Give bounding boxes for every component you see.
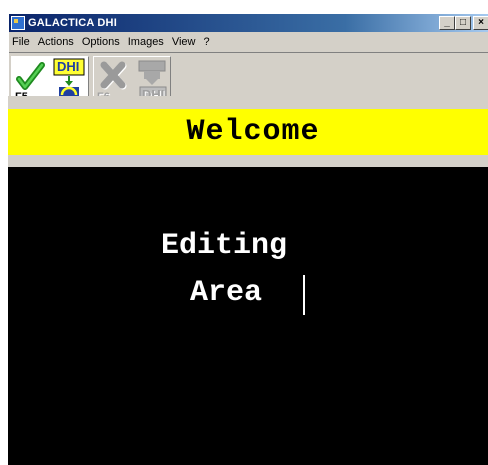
window-title: GALACTICA DHI	[28, 17, 117, 29]
menu-file[interactable]: File	[9, 36, 34, 48]
editing-area[interactable]: Editing Area	[8, 167, 488, 465]
maximize-icon: □	[459, 17, 467, 28]
app-icon[interactable]	[11, 16, 25, 30]
banner-gap	[8, 155, 488, 167]
text-caret	[303, 275, 305, 315]
menu-images[interactable]: Images	[124, 36, 168, 48]
menu-actions[interactable]: Actions	[34, 36, 78, 48]
editor-line-2: Area	[190, 276, 263, 310]
welcome-text: Welcome	[186, 115, 320, 149]
menu-help[interactable]: ?	[199, 36, 213, 48]
menu-view[interactable]: View	[168, 36, 200, 48]
menu-options[interactable]: Options	[78, 36, 124, 48]
minimize-icon: _	[444, 17, 450, 28]
window-controls: _ □ ×	[439, 16, 488, 30]
minimize-button[interactable]: _	[439, 16, 455, 30]
toolbar-gap	[8, 96, 488, 109]
close-button[interactable]: ×	[473, 16, 488, 30]
maximize-button[interactable]: □	[455, 16, 471, 30]
title-bar[interactable]: GALACTICA DHI _ □ ×	[9, 14, 488, 32]
editor-line-1: Editing	[161, 229, 288, 263]
dhi-refresh-label: DHI	[57, 59, 80, 74]
close-icon: ×	[478, 17, 484, 28]
menu-bar: File Actions Options Images View ?	[9, 33, 488, 51]
welcome-banner: Welcome	[8, 109, 488, 155]
